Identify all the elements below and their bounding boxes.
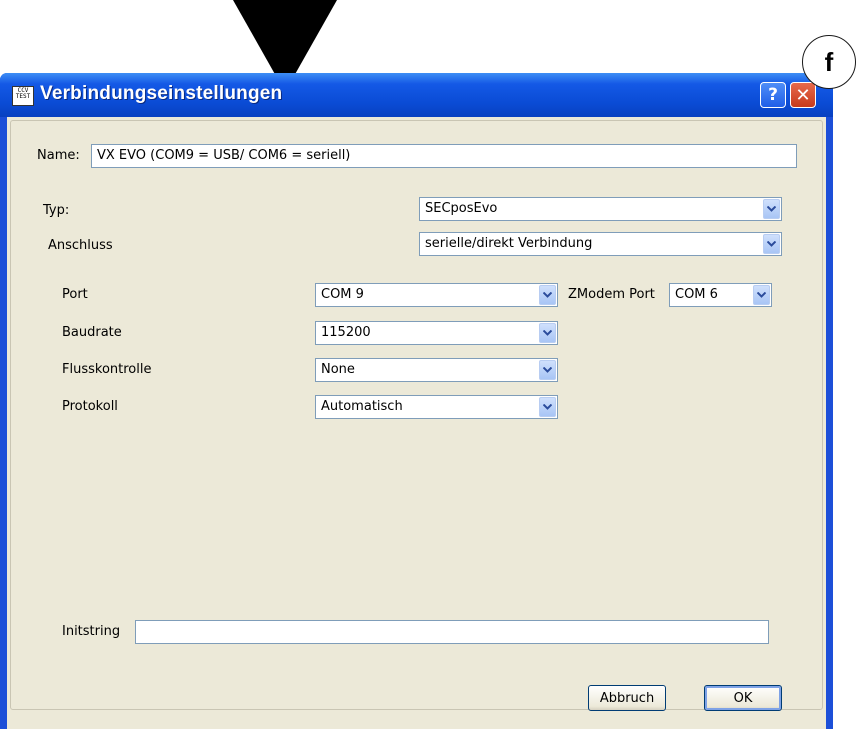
protokoll-select-value: Automatisch xyxy=(321,399,403,414)
name-field[interactable]: VX EVO (COM9 = USB/ COM6 = seriell) xyxy=(91,144,797,168)
chevron-down-icon[interactable] xyxy=(539,397,556,417)
zmodem-port-label: ZModem Port xyxy=(568,287,655,302)
typ-label: Typ: xyxy=(43,203,70,218)
typ-select-value: SECposEvo xyxy=(425,201,498,216)
ok-button-label: OK xyxy=(733,690,753,706)
flusskontrolle-select-value: None xyxy=(321,362,355,377)
port-label: Port xyxy=(62,287,88,302)
help-icon: ? xyxy=(768,85,778,105)
flusskontrolle-label: Flusskontrolle xyxy=(62,362,152,377)
protokoll-select[interactable]: Automatisch xyxy=(315,395,558,419)
chevron-down-icon[interactable] xyxy=(763,199,780,219)
annotation-callout: f xyxy=(802,35,856,89)
cancel-button[interactable]: Abbruch xyxy=(588,685,666,711)
zmodem-port-select[interactable]: COM 6 xyxy=(669,283,772,307)
typ-select[interactable]: SECposEvo xyxy=(419,197,782,221)
chevron-down-icon[interactable] xyxy=(753,285,770,305)
chevron-down-icon[interactable] xyxy=(539,323,556,343)
chevron-down-icon[interactable] xyxy=(539,360,556,380)
zmodem-port-select-value: COM 6 xyxy=(675,287,718,302)
port-select[interactable]: COM 9 xyxy=(315,283,558,307)
window-title: Verbindungseinstellungen xyxy=(40,83,283,104)
app-icon: CCV TEST xyxy=(12,86,34,106)
chevron-down-icon[interactable] xyxy=(539,285,556,305)
close-button[interactable]: ✕ xyxy=(790,82,816,108)
dialog-window: CCV TEST Verbindungseinstellungen ? ✕ Na… xyxy=(0,73,833,729)
baudrate-label: Baudrate xyxy=(62,325,122,340)
dialog-client-area: Name: VX EVO (COM9 = USB/ COM6 = seriell… xyxy=(7,117,826,729)
chevron-down-icon[interactable] xyxy=(763,234,780,254)
baudrate-select-value: 115200 xyxy=(321,325,371,340)
help-button[interactable]: ? xyxy=(760,82,786,108)
anschluss-select[interactable]: serielle/direkt Verbindung xyxy=(419,232,782,256)
anschluss-label: Anschluss xyxy=(48,238,113,253)
name-label: Name: xyxy=(37,148,80,163)
cancel-button-label: Abbruch xyxy=(599,690,655,706)
protokoll-label: Protokoll xyxy=(62,399,118,414)
flusskontrolle-select[interactable]: None xyxy=(315,358,558,382)
initstring-field[interactable] xyxy=(135,620,769,644)
anschluss-select-value: serielle/direkt Verbindung xyxy=(425,236,593,251)
close-icon: ✕ xyxy=(795,84,811,106)
initstring-label: Initstring xyxy=(62,624,121,639)
title-bar[interactable]: CCV TEST Verbindungseinstellungen ? ✕ xyxy=(0,73,833,117)
port-select-value: COM 9 xyxy=(321,287,364,302)
baudrate-select[interactable]: 115200 xyxy=(315,321,558,345)
ok-button[interactable]: OK xyxy=(704,685,782,711)
